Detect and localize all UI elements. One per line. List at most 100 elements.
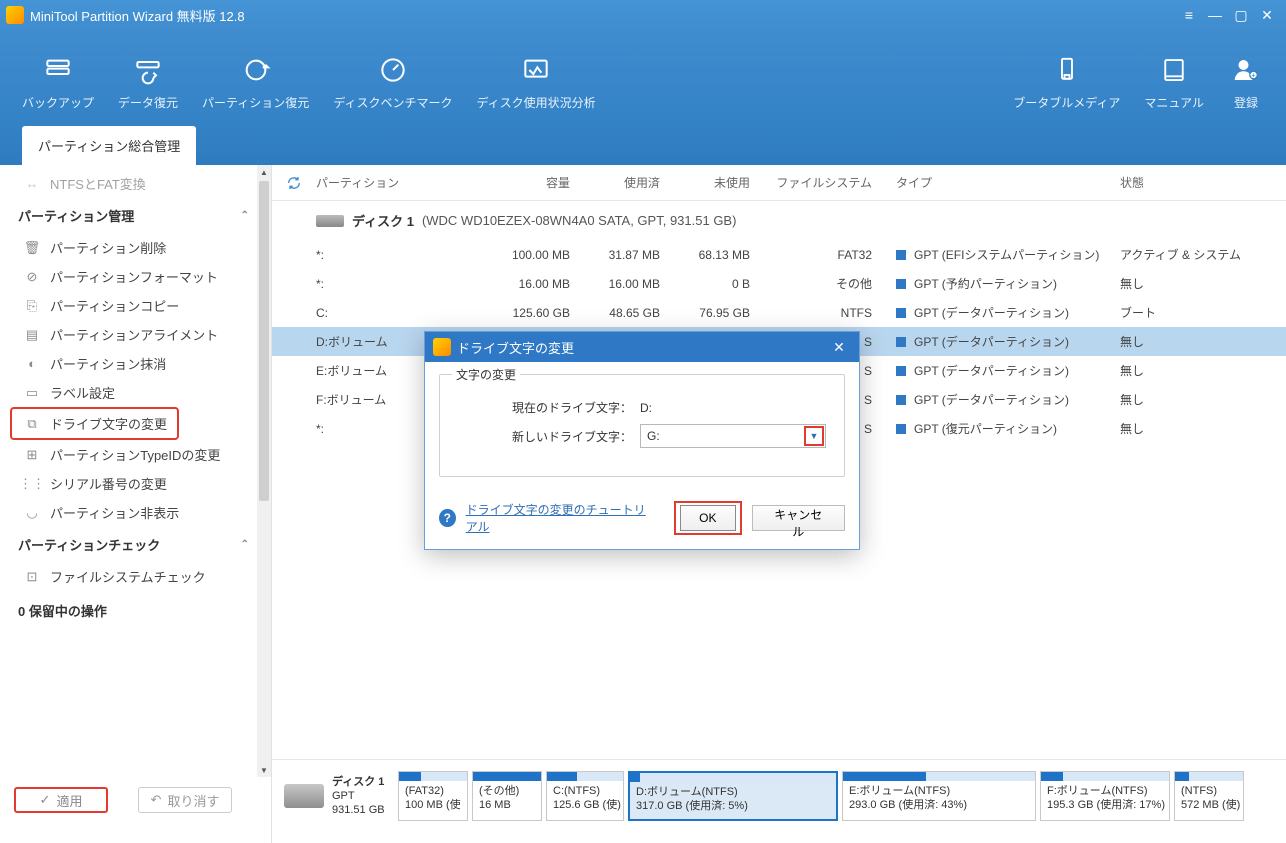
apply-button[interactable]: ✓適用 [14, 787, 108, 813]
combo-value: G: [641, 429, 804, 443]
cell-type: GPT (データパーティション) [896, 391, 1120, 408]
dialog-titlebar[interactable]: ドライブ文字の変更 ✕ [425, 332, 859, 362]
disk-map-size: 931.51 GB [332, 803, 385, 817]
pending-ops-header: 0 保留中の操作 [10, 591, 271, 630]
sidebar-item-format[interactable]: ⊘パーティションフォーマット [10, 262, 253, 291]
disk-map-partition[interactable]: E:ボリューム(NTFS)293.0 GB (使用済: 43%) [842, 771, 1036, 821]
table-row[interactable]: *:100.00 MB31.87 MB68.13 MBFAT32GPT (EFI… [272, 240, 1286, 269]
cell-used: 16.00 MB [586, 277, 676, 291]
wipe-icon: ◐ [24, 356, 40, 372]
sidebar-item-label[interactable]: ▭ラベル設定 [10, 378, 253, 407]
toolbar-partition-recovery[interactable]: パーティション復元 [190, 46, 321, 117]
sidebar-item-hide[interactable]: ◡パーティション非表示 [10, 498, 253, 527]
sidebar-item-truncated[interactable]: ↔ NTFSとFAT変換 [10, 169, 253, 198]
sidebar-footer: ✓適用 ↶取り消す [0, 777, 271, 843]
change-drive-letter-dialog: ドライブ文字の変更 ✕ 文字の変更 現在のドライブ文字： D: 新しいドライブ文… [424, 331, 860, 550]
current-letter-label: 現在のドライブ文字： [454, 399, 640, 416]
toolbar-data-recovery[interactable]: データ復元 [106, 46, 190, 117]
tab-partition-management[interactable]: パーティション総合管理 [22, 126, 196, 165]
toolbar-bootable[interactable]: ブータブルメディア [1001, 46, 1132, 117]
sidebar-scrollbar[interactable]: ▲ ▼ [257, 165, 271, 777]
col-type[interactable]: タイプ [896, 174, 1120, 191]
app-icon [6, 6, 24, 24]
minimize-button[interactable]: — [1202, 2, 1228, 28]
data-recovery-icon [130, 52, 166, 88]
sidebar-item-typeid[interactable]: ⊞パーティションTypeIDの変更 [10, 440, 253, 469]
sidebar-item-fs-check[interactable]: ⊡ファイルシステムチェック [10, 562, 253, 591]
toolbar-usage[interactable]: ディスク使用状況分析 [464, 46, 607, 117]
refresh-icon[interactable] [286, 175, 306, 191]
sidebar-item-align[interactable]: ▤パーティションアライメント [10, 320, 253, 349]
sidebar-item-serial[interactable]: ⋮⋮シリアル番号の変更 [10, 469, 253, 498]
close-button[interactable]: ✕ [1254, 2, 1280, 28]
disk-map-partition[interactable]: (FAT32)100 MB (使 [398, 771, 468, 821]
drive-letter-icon: ⧉ [24, 416, 40, 432]
register-icon: + [1228, 52, 1264, 88]
cell-fs: FAT32 [766, 248, 896, 262]
disk-map-partition[interactable]: (NTFS)572 MB (使) [1174, 771, 1244, 821]
chevron-up-icon: ⌃ [241, 210, 249, 221]
sidebar-item-change-letter[interactable]: ⧉ドライブ文字の変更 [10, 407, 179, 440]
cell-free: 0 B [676, 277, 766, 291]
cancel-button[interactable]: キャンセル [752, 505, 845, 531]
cell-partition: *: [316, 248, 486, 262]
dialog-fieldset: 文字の変更 現在のドライブ文字： D: 新しいドライブ文字： G: ▼ [439, 374, 845, 477]
dialog-title: ドライブ文字の変更 [457, 338, 574, 357]
current-letter-value: D: [640, 401, 652, 415]
disk-header[interactable]: ディスク 1 (WDC WD10EZEX-08WN4A0 SATA, GPT, … [272, 201, 1286, 240]
cell-type: GPT (復元パーティション) [896, 420, 1120, 437]
col-free[interactable]: 未使用 [676, 174, 766, 191]
sidebar-section-management[interactable]: パーティション管理 ⌃ [10, 198, 271, 233]
disk-map-partition[interactable]: C:(NTFS)125.6 GB (使) [546, 771, 624, 821]
disk-map-disk[interactable]: ディスク 1 GPT 931.51 GB [284, 775, 392, 817]
col-used[interactable]: 使用済 [586, 174, 676, 191]
disk-map-partition[interactable]: D:ボリューム(NTFS)317.0 GB (使用済: 5%) [628, 771, 838, 821]
dialog-close-button[interactable]: ✕ [827, 335, 851, 359]
disk-map-partition[interactable]: F:ボリューム(NTFS)195.3 GB (使用済: 17%) [1040, 771, 1170, 821]
cell-used: 48.65 GB [586, 306, 676, 320]
col-status[interactable]: 状態 [1120, 174, 1286, 191]
format-icon: ⊘ [24, 269, 40, 285]
sidebar-item-copy[interactable]: ⎘パーティションコピー [10, 291, 253, 320]
toolbar-backup[interactable]: バックアップ [10, 46, 106, 117]
disk-map-partition[interactable]: (その他)16 MB [472, 771, 542, 821]
check-icon: ⊡ [24, 569, 40, 585]
undo-button[interactable]: ↶取り消す [138, 787, 232, 813]
col-capacity[interactable]: 容量 [486, 174, 586, 191]
usage-icon [518, 52, 554, 88]
sidebar-item-wipe[interactable]: ◐パーティション抹消 [10, 349, 253, 378]
chevron-up-icon: ⌃ [241, 539, 249, 550]
help-icon[interactable]: ? [439, 509, 456, 527]
toolbar-benchmark[interactable]: ディスクベンチマーク [321, 46, 464, 117]
sidebar-item-delete[interactable]: 🗑パーティション削除 [10, 233, 253, 262]
table-header: パーティション 容量 使用済 未使用 ファイルシステム タイプ 状態 [272, 165, 1286, 201]
sidebar-section-check[interactable]: パーティションチェック ⌃ [10, 527, 271, 562]
cell-status: ブート [1120, 304, 1286, 321]
scroll-thumb[interactable] [259, 181, 269, 501]
toolbar-register[interactable]: + 登録 [1216, 46, 1276, 117]
new-letter-label: 新しいドライブ文字： [454, 428, 640, 445]
cell-type: GPT (データパーティション) [896, 333, 1120, 350]
new-letter-combobox[interactable]: G: ▼ [640, 424, 826, 448]
cell-fs: その他 [766, 275, 896, 292]
disk-map-type: GPT [332, 789, 385, 803]
table-row[interactable]: C:125.60 GB48.65 GB76.95 GBNTFSGPT (データパ… [272, 298, 1286, 327]
maximize-button[interactable]: ▢ [1228, 2, 1254, 28]
cell-capacity: 16.00 MB [486, 277, 586, 291]
col-fs[interactable]: ファイルシステム [766, 174, 896, 191]
ok-button[interactable]: OK [680, 505, 735, 531]
menu-button[interactable]: ≡ [1176, 2, 1202, 28]
titlebar: MiniTool Partition Wizard 無料版 12.8 ≡ — ▢… [0, 0, 1286, 30]
col-partition[interactable]: パーティション [316, 174, 486, 191]
scroll-down-arrow[interactable]: ▼ [257, 763, 271, 777]
cell-type: GPT (予約パーティション) [896, 275, 1120, 292]
cell-status: 無し [1120, 333, 1286, 350]
serial-icon: ⋮⋮ [24, 476, 40, 492]
scroll-up-arrow[interactable]: ▲ [257, 165, 271, 179]
chevron-down-icon[interactable]: ▼ [804, 426, 824, 446]
cell-fs: NTFS [766, 306, 896, 320]
help-link[interactable]: ドライブ文字の変更のチュートリアル [466, 501, 655, 535]
toolbar-manual[interactable]: マニュアル [1132, 46, 1216, 117]
align-icon: ▤ [24, 327, 40, 343]
table-row[interactable]: *:16.00 MB16.00 MB0 Bその他GPT (予約パーティション)無… [272, 269, 1286, 298]
